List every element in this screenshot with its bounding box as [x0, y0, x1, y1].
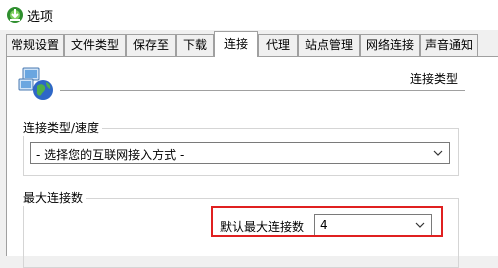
network-globe-icon: [18, 67, 53, 100]
section-title: 连接类型: [409, 72, 458, 86]
tab-site-manager[interactable]: 站点管理: [298, 34, 360, 56]
connection-page: 连接类型 连接类型/速度 - 选择您的互联网接入方式 - 最大连接数 默认最大连…: [6, 56, 498, 268]
tab-save-to[interactable]: 保存至: [126, 34, 176, 56]
connection-type-group: 连接类型/速度 - 选择您的互联网接入方式 -: [23, 119, 459, 176]
tab-file-types[interactable]: 文件类型: [64, 34, 126, 56]
window-title: 选项: [27, 10, 54, 25]
header-divider: [60, 90, 465, 91]
tab-network[interactable]: 网络连接: [360, 34, 420, 56]
tab-proxy[interactable]: 代理: [258, 34, 298, 56]
tab-strip: 常规设置 文件类型 保存至 下载 连接 代理 站点管理 网络连接 声音通知: [0, 30, 498, 57]
download-manager-icon: [7, 7, 23, 23]
tab-general[interactable]: 常规设置: [6, 34, 64, 56]
max-connections-label: 最大连接数: [23, 189, 87, 206]
connection-type-select[interactable]: - 选择您的互联网接入方式 -: [30, 142, 450, 164]
title-bar: 选项: [0, 0, 498, 30]
tab-connection[interactable]: 连接: [214, 31, 258, 57]
highlight-box: [211, 206, 443, 237]
chevron-down-icon: [433, 150, 443, 156]
tab-downloads[interactable]: 下载: [176, 34, 214, 56]
tab-sound[interactable]: 声音通知: [420, 34, 478, 56]
connection-type-label: 连接类型/速度: [23, 119, 103, 136]
connection-type-value: - 选择您的互联网接入方式 -: [36, 148, 185, 162]
